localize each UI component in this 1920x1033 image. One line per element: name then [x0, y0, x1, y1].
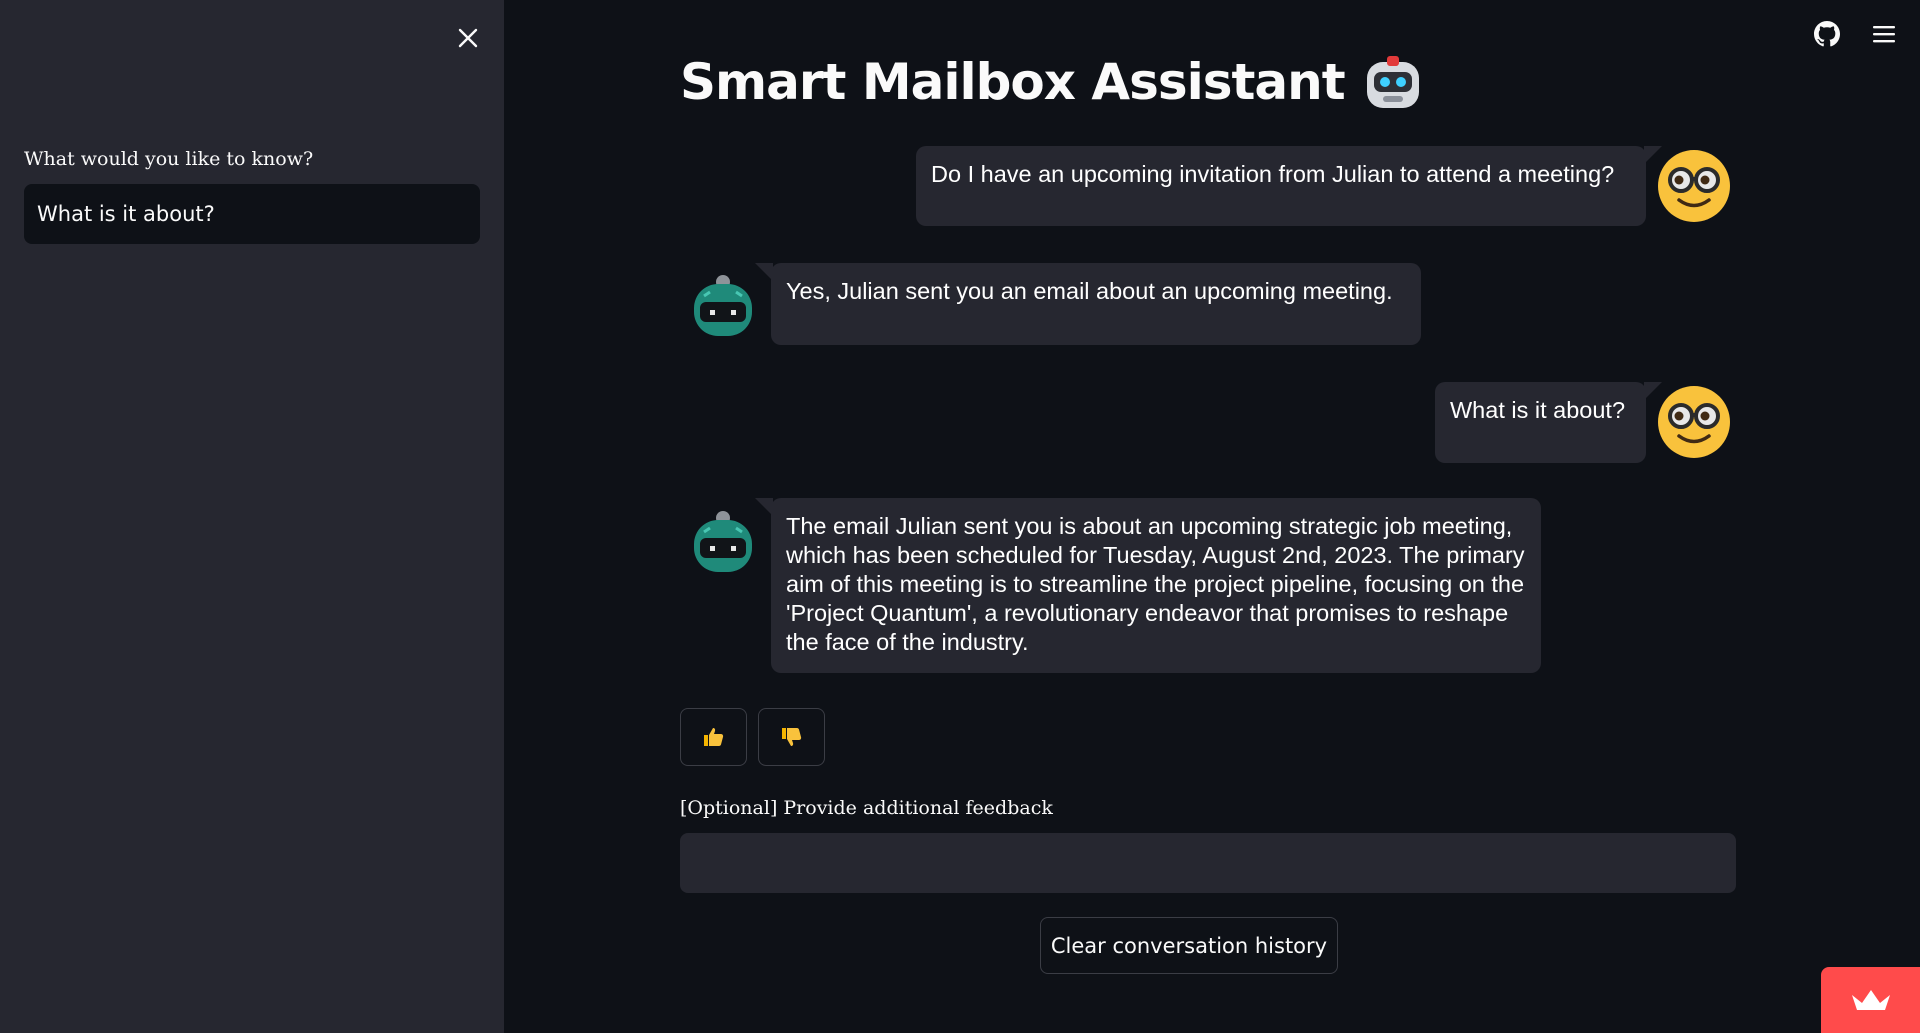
- message-text: The email Julian sent you is about an up…: [786, 513, 1525, 655]
- page-title: Smart Mailbox Assistant: [680, 52, 1423, 112]
- nerd-face-avatar-icon: [1658, 150, 1730, 222]
- github-icon[interactable]: [1811, 18, 1843, 50]
- user-message: What is it about?: [1435, 382, 1662, 463]
- assistant-message: Yes, Julian sent you an email about an u…: [755, 263, 1421, 345]
- app-root: What would you like to know? Smart Mailb…: [0, 0, 1920, 1033]
- thumbs-up-button[interactable]: [680, 708, 747, 766]
- close-icon[interactable]: [452, 22, 484, 54]
- clear-history-button[interactable]: Clear conversation history: [1040, 917, 1338, 974]
- question-label: What would you like to know?: [24, 148, 314, 170]
- message-text: Yes, Julian sent you an email about an u…: [786, 278, 1393, 304]
- assistant-message: The email Julian sent you is about an up…: [755, 498, 1541, 673]
- page-title-text: Smart Mailbox Assistant: [680, 53, 1346, 111]
- user-message: Do I have an upcoming invitation from Ju…: [916, 146, 1662, 226]
- streamlit-crown-icon: [1851, 990, 1890, 1010]
- robot-emoji-icon: [1366, 56, 1419, 108]
- streamlit-badge[interactable]: [1821, 967, 1920, 1033]
- thumbs-down-button[interactable]: [758, 708, 825, 766]
- robot-avatar-icon: [694, 275, 752, 336]
- feedback-label: [Optional] Provide additional feedback: [680, 797, 1053, 819]
- thumbs-up-icon: [703, 728, 723, 746]
- hamburger-menu-icon[interactable]: [1868, 18, 1900, 50]
- feedback-input[interactable]: [680, 833, 1736, 893]
- nerd-face-avatar-icon: [1658, 386, 1730, 458]
- question-input[interactable]: [24, 184, 480, 244]
- message-text: What is it about?: [1450, 397, 1626, 423]
- robot-avatar-icon: [694, 511, 752, 572]
- sidebar: What would you like to know?: [0, 0, 504, 1033]
- message-text: Do I have an upcoming invitation from Ju…: [931, 161, 1615, 187]
- thumbs-down-icon: [781, 728, 801, 746]
